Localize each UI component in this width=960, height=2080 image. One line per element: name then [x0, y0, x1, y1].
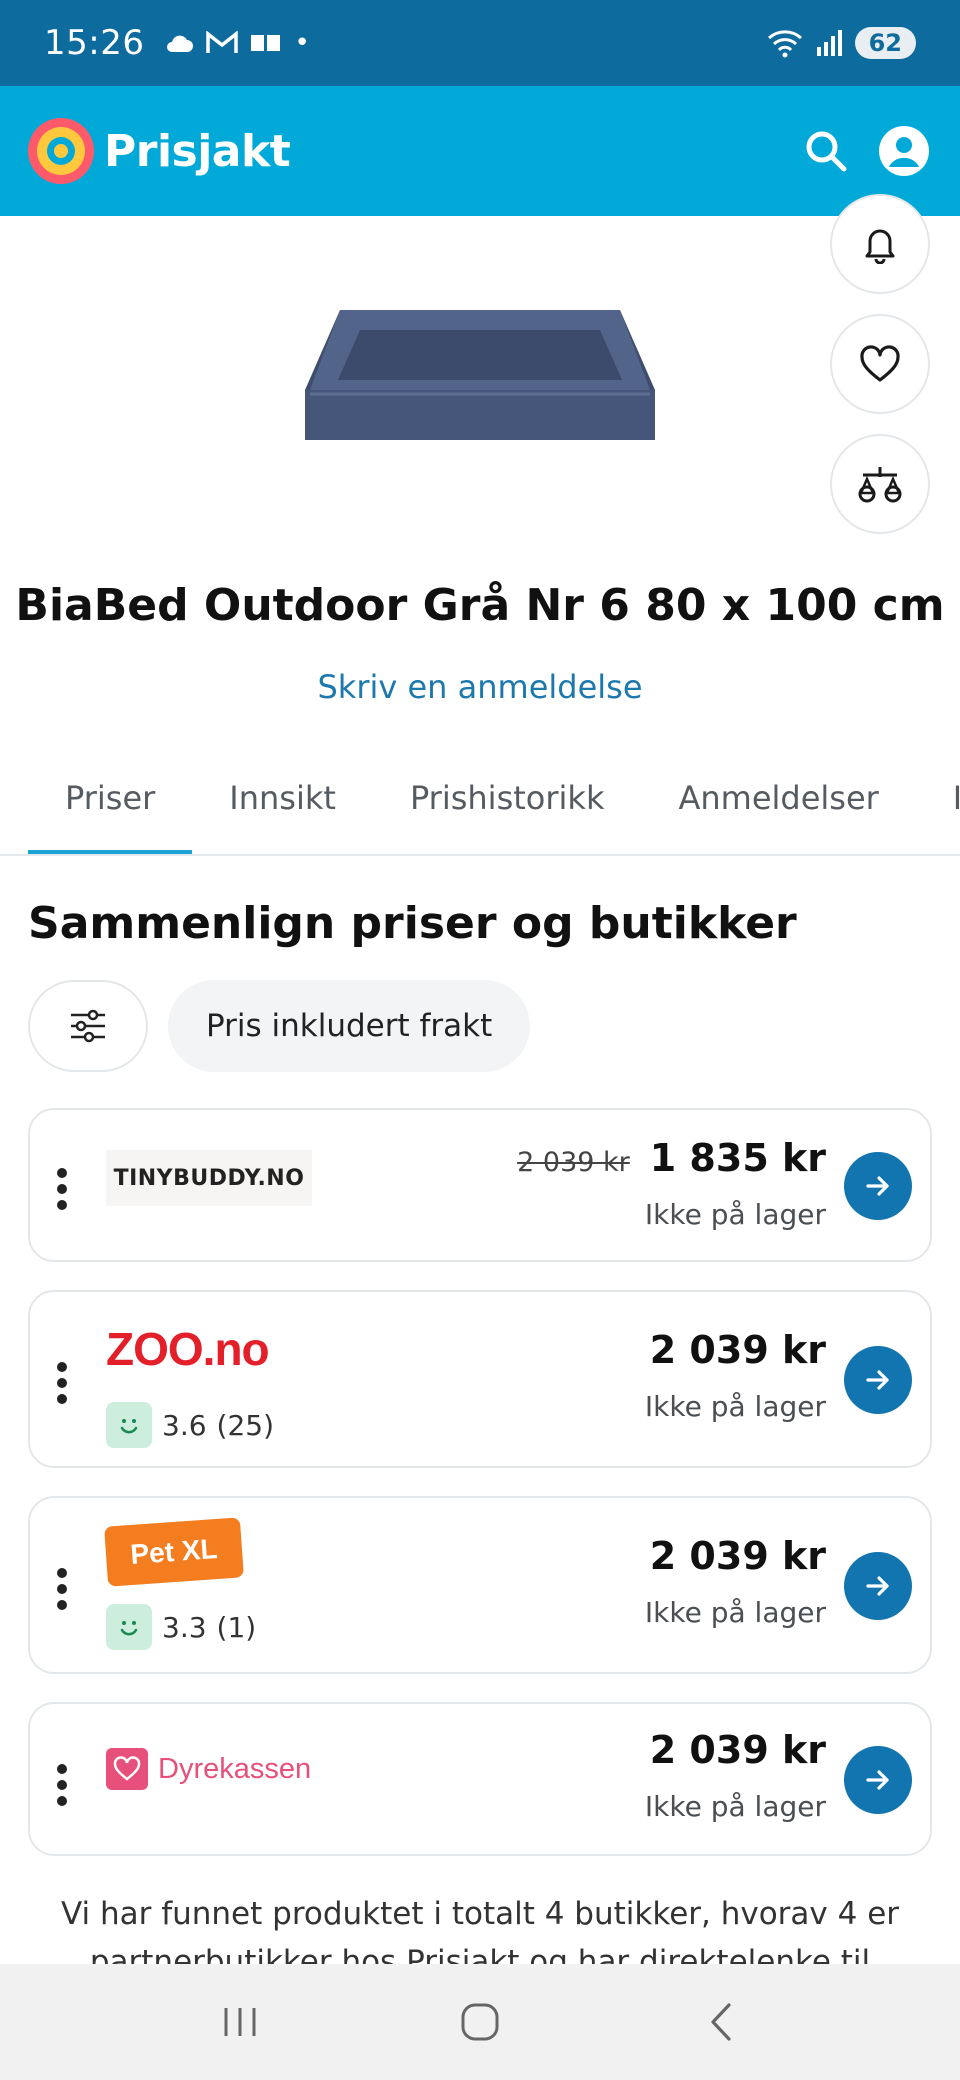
arrow-right-icon	[866, 1770, 889, 1790]
status-time: 15:26	[44, 23, 145, 63]
shop-rating: 3.3 (1)	[106, 1604, 256, 1650]
tab-prishistorikk[interactable]: Prishistorikk	[373, 740, 642, 854]
tab-more[interactable]: In	[916, 740, 960, 854]
sliders-icon	[71, 1009, 105, 1043]
recents-icon	[224, 2008, 256, 2036]
prisjakt-logo-icon[interactable]	[28, 118, 94, 184]
shop-name: TINYBUDDY.NO	[113, 1165, 305, 1191]
status-bar: 15:26 • 62	[0, 0, 960, 86]
smiley-icon	[106, 1402, 152, 1448]
search-icon	[806, 131, 847, 172]
rating-value: 3.3	[162, 1610, 207, 1644]
compare-button[interactable]	[830, 434, 930, 534]
arrow-right-icon	[866, 1176, 889, 1196]
smiley-icon	[106, 1604, 152, 1650]
shop-name: ZOO.no	[106, 1323, 270, 1375]
offer-card[interactable]: ZOO.no 3.6 (25) 2 039 kr Ikke på lager	[28, 1290, 932, 1468]
more-options-button[interactable]	[56, 1362, 68, 1404]
user-icon	[879, 126, 929, 176]
go-to-shop-button[interactable]	[844, 1552, 912, 1620]
more-options-button[interactable]	[56, 1568, 68, 1610]
go-to-shop-button[interactable]	[844, 1152, 912, 1220]
price-alert-button[interactable]	[830, 194, 930, 294]
offer-card[interactable]: TINYBUDDY.NO 2 039 kr 1 835 kr Ikke på l…	[28, 1108, 932, 1262]
shop-rating: 3.6 (25)	[106, 1402, 274, 1448]
wifi-icon	[767, 30, 802, 58]
section-title: Sammenlign priser og butikker	[28, 898, 797, 949]
account-button[interactable]	[876, 123, 932, 179]
app-header: Prisjakt	[0, 86, 960, 216]
product-tabs: Priser Innsikt Prishistorikk Anmeldelser…	[0, 740, 960, 856]
battery-indicator: 62	[854, 27, 916, 59]
tab-priser[interactable]: Priser	[28, 740, 193, 854]
product-title: BiaBed Outdoor Grå Nr 6 80 x 100 cm	[15, 580, 945, 631]
price: 1 835 kr	[649, 1136, 826, 1180]
old-price: 2 039 kr	[517, 1147, 630, 1178]
shop-name: Dyrekassen	[158, 1752, 312, 1785]
system-icons: 62	[765, 27, 916, 59]
more-options-button[interactable]	[56, 1168, 68, 1210]
rating-value: 3.6	[162, 1408, 207, 1442]
gmail-icon	[206, 31, 239, 53]
bell-icon	[865, 229, 895, 264]
price: 2 039 kr	[649, 1728, 826, 1772]
recent-apps-button[interactable]	[200, 1982, 280, 2062]
search-button[interactable]	[798, 123, 854, 179]
back-button[interactable]	[680, 1982, 760, 2062]
dot-icon: •	[294, 28, 310, 58]
go-to-shop-button[interactable]	[844, 1746, 912, 1814]
filter-button[interactable]	[28, 980, 148, 1072]
stock-status: Ikke på lager	[644, 1790, 826, 1823]
home-icon	[461, 2003, 499, 2041]
shipping-included-toggle[interactable]: Pris inkludert frakt	[168, 980, 531, 1072]
rating-count: (25)	[216, 1408, 275, 1442]
arrow-right-icon	[866, 1576, 889, 1596]
cloud-icon	[167, 35, 194, 52]
tab-anmeldelser[interactable]: Anmeldelser	[641, 740, 915, 854]
rating-count: (1)	[216, 1610, 257, 1644]
favorite-button[interactable]	[830, 314, 930, 414]
arrow-right-icon	[866, 1370, 889, 1390]
scale-icon	[858, 467, 902, 503]
shop-name: Pet XL	[129, 1533, 219, 1571]
mail-icon	[251, 35, 281, 51]
stock-status: Ikke på lager	[644, 1198, 826, 1231]
offer-card[interactable]: Dyrekassen 2 039 kr Ikke på lager	[28, 1702, 932, 1856]
price: 2 039 kr	[649, 1328, 826, 1372]
shop-logo-zoo[interactable]: ZOO.no	[106, 1322, 270, 1376]
dyrekassen-heart-icon	[106, 1748, 148, 1790]
system-navigation-bar	[0, 1964, 960, 2080]
more-options-button[interactable]	[56, 1764, 68, 1806]
notification-icons: •	[164, 28, 310, 58]
write-review-link[interactable]: Skriv en anmeldelse	[0, 668, 960, 706]
tab-innsikt[interactable]: Innsikt	[192, 740, 373, 854]
product-image[interactable]	[300, 290, 660, 460]
brand-name[interactable]: Prisjakt	[104, 126, 291, 177]
offer-card[interactable]: Pet XL 3.3 (1) 2 039 kr Ikke på lager	[28, 1496, 932, 1674]
heart-icon	[860, 345, 900, 382]
price: 2 039 kr	[649, 1534, 826, 1578]
back-icon	[711, 2003, 731, 2041]
shop-logo-petxl[interactable]: Pet XL	[104, 1517, 244, 1587]
stock-status: Ikke på lager	[644, 1390, 826, 1423]
home-button[interactable]	[440, 1982, 520, 2062]
go-to-shop-button[interactable]	[844, 1346, 912, 1414]
signal-icon	[816, 30, 842, 56]
shop-logo-dyrekassen[interactable]: Dyrekassen	[106, 1748, 311, 1790]
stock-status: Ikke på lager	[644, 1596, 826, 1629]
shop-logo-tinybuddy[interactable]: TINYBUDDY.NO	[106, 1150, 312, 1206]
